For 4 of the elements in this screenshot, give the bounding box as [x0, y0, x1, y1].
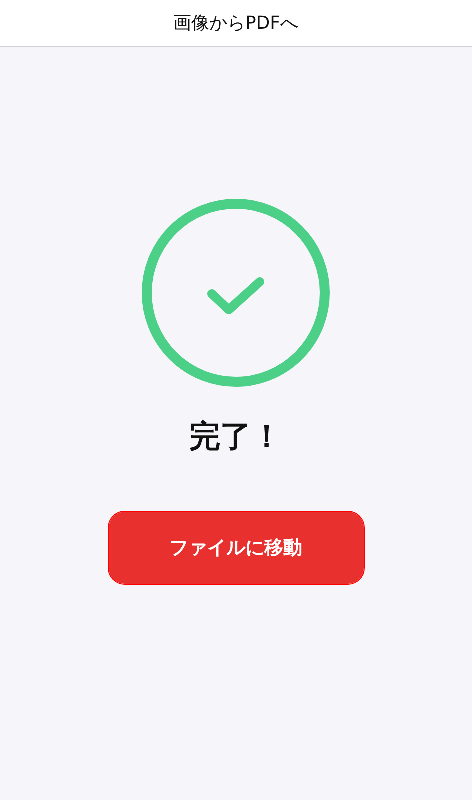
- go-to-files-button[interactable]: ファイルに移動: [108, 512, 364, 584]
- checkmark-circle-icon: [141, 198, 331, 388]
- status-message: 完了！: [190, 418, 282, 457]
- screen-title: 画像からPDFへ: [173, 12, 299, 35]
